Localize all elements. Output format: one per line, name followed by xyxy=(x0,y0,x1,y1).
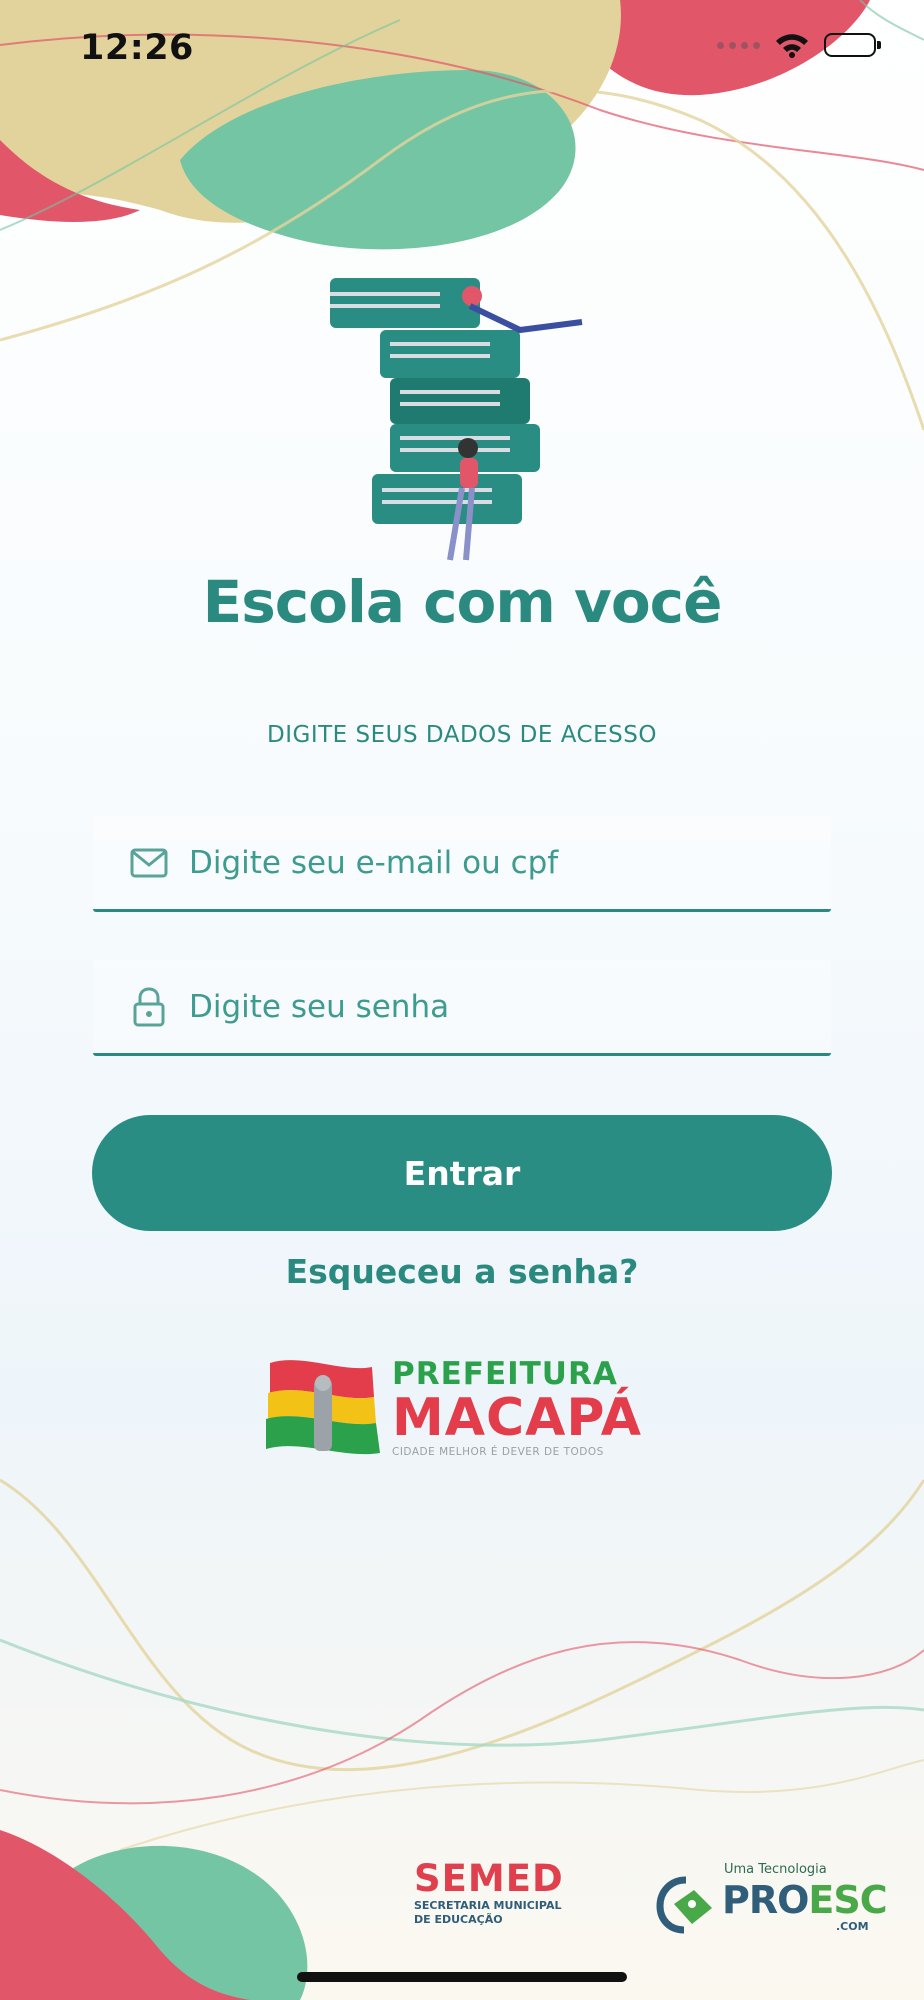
password-field[interactable] xyxy=(93,960,831,1056)
proesc-wordmark: PROESC xyxy=(722,1878,888,1922)
macapa-label: MACAPÁ xyxy=(392,1387,642,1448)
login-button[interactable]: Entrar xyxy=(92,1115,832,1231)
status-icons xyxy=(717,32,881,58)
proesc-logo: Uma Tecnologia PROESC .COM xyxy=(656,1860,888,1940)
password-input[interactable] xyxy=(189,988,749,1025)
macapa-flag-icon xyxy=(266,1360,380,1455)
semed-title: SEMED xyxy=(414,1857,564,1900)
prefeitura-tagline: CIDADE MELHOR É DEVER DE TODOS xyxy=(392,1445,604,1458)
home-indicator[interactable] xyxy=(297,1972,627,1982)
proesc-tagline: Uma Tecnologia xyxy=(724,1862,827,1877)
email-input[interactable] xyxy=(189,844,749,881)
forgot-password-link[interactable]: Esqueceu a senha? xyxy=(0,1252,924,1291)
access-instructions-label: DIGITE SEUS DADOS DE ACESSO xyxy=(267,722,657,748)
books-stack-logo-icon xyxy=(330,278,583,561)
battery-icon xyxy=(824,33,881,57)
status-time: 12:26 xyxy=(80,28,194,68)
app-logo-title: Escola com você xyxy=(202,568,723,636)
semed-subtitle-1: SECRETARIA MUNICIPAL xyxy=(414,1899,562,1912)
prefeitura-label: PREFEITURA xyxy=(392,1355,618,1392)
semed-subtitle-2: DE EDUCAÇÃO xyxy=(414,1913,503,1926)
proesc-mark-icon xyxy=(656,1876,712,1934)
wifi-icon xyxy=(776,34,808,58)
lock-icon xyxy=(129,986,169,1027)
mail-icon xyxy=(129,843,169,883)
proesc-pro: PRO xyxy=(722,1878,809,1922)
proesc-esc: ESC xyxy=(808,1878,887,1922)
prefeitura-macapa-logo: PREFEITURA MACAPÁ CIDADE MELHOR É DEVER … xyxy=(262,1348,642,1468)
semed-logo: SEMED SECRETARIA MUNICIPAL DE EDUCAÇÃO xyxy=(414,1860,574,1925)
proesc-com: .COM xyxy=(836,1920,869,1933)
email-field[interactable] xyxy=(93,816,831,912)
cellular-signal-icon xyxy=(717,41,760,49)
